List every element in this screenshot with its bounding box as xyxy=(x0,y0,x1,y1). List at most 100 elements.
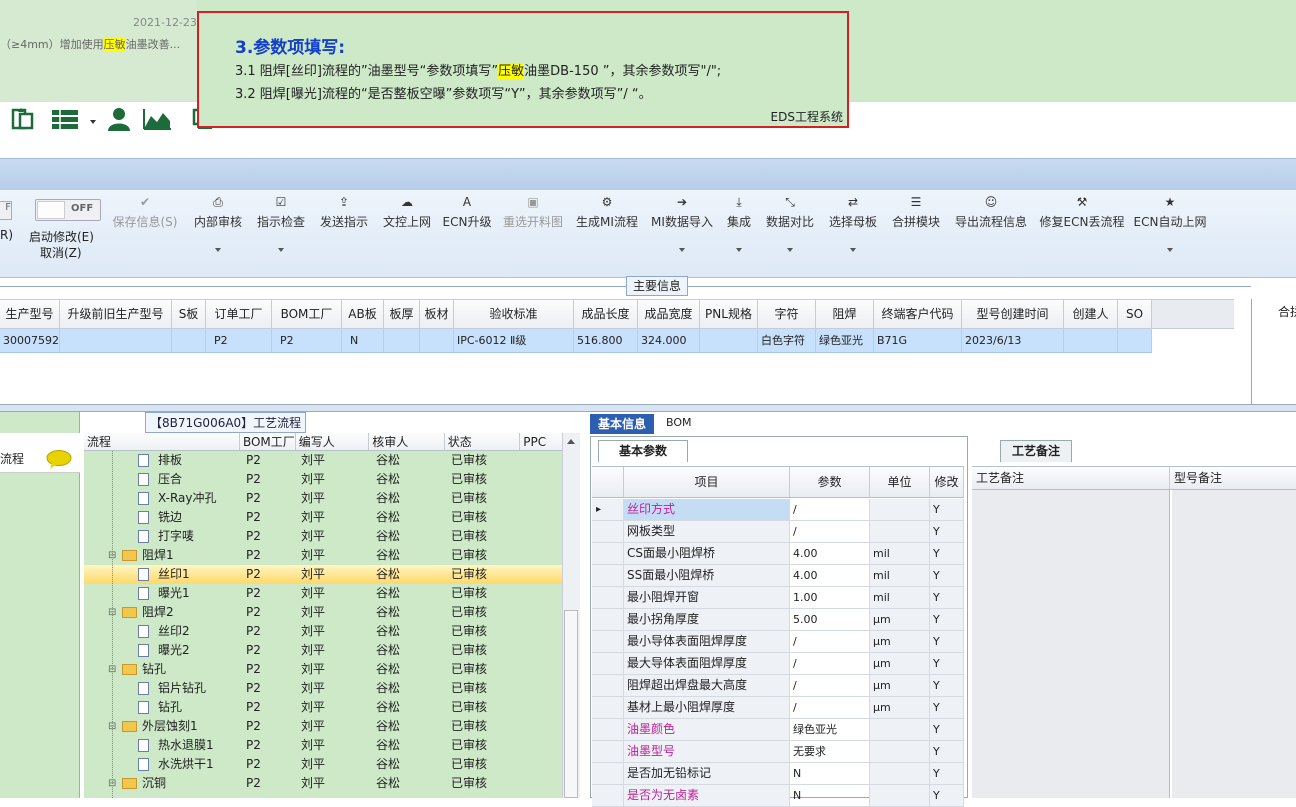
table-cell[interactable]: B71G xyxy=(874,329,962,352)
table-cell[interactable] xyxy=(172,329,206,352)
param-row[interactable]: 阻焊超出焊盘最大高度 / μm Y xyxy=(592,675,964,697)
chevron-down-icon[interactable] xyxy=(215,248,221,252)
tree-row[interactable]: 丝印2 P2 刘平 谷松 已审核 xyxy=(84,622,562,641)
column-header[interactable]: BOM工厂 xyxy=(240,433,296,450)
param-value[interactable]: / xyxy=(790,521,870,542)
table-cell[interactable] xyxy=(1064,329,1118,352)
param-value[interactable]: / xyxy=(790,675,870,696)
param-row[interactable]: 最大导体表面阻焊厚度 / μm Y xyxy=(592,653,964,675)
area-chart-icon[interactable] xyxy=(142,104,172,134)
table-cell[interactable]: 白色字符 xyxy=(758,329,816,352)
table-cell[interactable] xyxy=(700,329,758,352)
chevron-down-icon[interactable] xyxy=(679,248,685,252)
user-icon[interactable] xyxy=(104,104,134,134)
table-cell[interactable]: 516.800 xyxy=(574,329,638,352)
param-value[interactable]: / xyxy=(790,697,870,718)
param-value[interactable]: 4.00 xyxy=(790,565,870,586)
column-header[interactable]: 创建人 xyxy=(1064,300,1118,328)
param-value[interactable]: 4.00 xyxy=(790,543,870,564)
tree-row[interactable]: ⊟ 外层蚀刻1 P2 刘平 谷松 已审核 xyxy=(84,717,562,736)
tree-row[interactable]: 铣边 P2 刘平 谷松 已审核 xyxy=(84,508,562,527)
param-value[interactable]: / xyxy=(790,499,870,520)
column-header[interactable]: 终端客户代码 xyxy=(874,300,962,328)
column-header[interactable]: 字符 xyxy=(758,300,816,328)
chevron-down-icon[interactable] xyxy=(278,248,284,252)
tree-row[interactable]: 水洗烘干1 P2 刘平 谷松 已审核 xyxy=(84,755,562,774)
tree-row[interactable]: ⊟ 沉铜 P2 刘平 谷松 已审核 xyxy=(84,774,562,793)
param-value[interactable]: 绿色亚光 xyxy=(790,719,870,740)
start-edit-button[interactable]: 启动修改(E) xyxy=(29,228,94,245)
column-header[interactable]: 流程 xyxy=(84,433,240,450)
column-header[interactable]: SO xyxy=(1118,300,1152,328)
column-header[interactable]: 升级前旧生产型号 xyxy=(60,300,172,328)
chevron-down-icon[interactable] xyxy=(850,248,856,252)
tree-row[interactable]: 铝片钻孔 P2 刘平 谷松 已审核 xyxy=(84,679,562,698)
tab-bom[interactable]: BOM xyxy=(666,416,692,429)
tree-row[interactable]: 曝光2 P2 刘平 谷松 已审核 xyxy=(84,641,562,660)
param-value[interactable]: 无要求 xyxy=(790,741,870,762)
table-cell[interactable] xyxy=(420,329,454,352)
param-value[interactable]: / xyxy=(790,653,870,674)
column-header[interactable]: 修改 xyxy=(930,467,964,497)
column-header[interactable]: PNL规格 xyxy=(700,300,758,328)
table-cell[interactable]: P2 xyxy=(206,329,272,352)
column-header[interactable]: 编写人 xyxy=(296,433,370,450)
table-cell[interactable]: P2 xyxy=(272,329,342,352)
param-value[interactable]: N xyxy=(790,763,870,784)
tree-row[interactable]: ⊟ 阻焊2 P2 刘平 谷松 已审核 xyxy=(84,603,562,622)
param-row[interactable]: 油墨型号 无要求 Y xyxy=(592,741,964,763)
table-row[interactable]: 300075928 P2 P2 N IPC-6012 Ⅱ级 516.800 324.000 白… xyxy=(0,329,1152,353)
column-header[interactable]: 型号创建时间 xyxy=(962,300,1064,328)
tree-row[interactable]: 打字唛 P2 刘平 谷松 已审核 xyxy=(84,527,562,546)
table-cell[interactable]: IPC-6012 Ⅱ级 xyxy=(454,329,574,352)
tree-row[interactable]: 排板 P2 刘平 谷松 已审核 xyxy=(84,451,562,470)
param-row[interactable]: 基材上最小阻焊厚度 / μm Y xyxy=(592,697,964,719)
edit-toggle[interactable]: OFF xyxy=(35,199,101,221)
notification-item[interactable]: 2021-12-23 （≥4mm）增加使用压敏油墨改善... xyxy=(0,0,197,102)
tree-row[interactable]: 钻孔 P2 刘平 谷松 已审核 xyxy=(84,698,562,717)
ribbon-button-15[interactable]: ★ ECN自动上网 xyxy=(1125,192,1215,230)
table-cell[interactable]: 绿色亚光 xyxy=(816,329,874,352)
param-row[interactable]: ▸ 丝印方式 / Y xyxy=(592,499,964,521)
column-header[interactable]: 生产型号 xyxy=(0,300,60,328)
column-header[interactable]: BOM工厂 xyxy=(272,300,342,328)
chevron-down-icon[interactable] xyxy=(90,120,96,124)
chevron-down-icon[interactable] xyxy=(1167,248,1173,252)
splitter[interactable] xyxy=(0,404,1296,412)
param-row[interactable]: 网板类型 / Y xyxy=(592,521,964,543)
tree-row[interactable]: X-Ray冲孔 P2 刘平 谷松 已审核 xyxy=(84,489,562,508)
param-row[interactable]: 是否为无卤素 N Y xyxy=(592,785,964,807)
table-icon[interactable] xyxy=(50,104,80,134)
column-header[interactable]: 状态 xyxy=(445,433,521,450)
column-header[interactable]: 核审人 xyxy=(369,433,445,450)
model-note-field[interactable] xyxy=(1172,490,1296,798)
toggle-partial[interactable]: F xyxy=(0,201,12,220)
column-header[interactable]: 验收标准 xyxy=(454,300,574,328)
chevron-down-icon[interactable] xyxy=(736,248,742,252)
column-header[interactable]: 板厚 xyxy=(384,300,420,328)
chevron-down-icon[interactable] xyxy=(787,248,793,252)
column-header[interactable]: AB板 xyxy=(342,300,384,328)
param-row[interactable]: 最小拐角厚度 5.00 μm Y xyxy=(592,609,964,631)
cancel-button[interactable]: 取消(Z) xyxy=(40,244,82,261)
tree-row[interactable]: 压合 P2 刘平 谷松 已审核 xyxy=(84,470,562,489)
param-row[interactable]: CS面最小阻焊桥 4.00 mil Y xyxy=(592,543,964,565)
ribbon-button-13[interactable]: ☺ 导出流程信息 xyxy=(946,192,1036,230)
scroll-up-icon[interactable] xyxy=(567,439,575,444)
param-row[interactable]: 最小阻焊开窗 1.00 mil Y xyxy=(592,587,964,609)
column-header[interactable]: 板材 xyxy=(420,300,454,328)
tree-row[interactable]: ⊟ 阻焊1 P2 刘平 谷松 已审核 xyxy=(84,546,562,565)
table-cell[interactable]: 2023/6/13 xyxy=(962,329,1064,352)
table-cell[interactable] xyxy=(1118,329,1152,352)
param-row[interactable]: 最小导体表面阻焊厚度 / μm Y xyxy=(592,631,964,653)
tree-row[interactable]: 热水退膜1 P2 刘平 谷松 已审核 xyxy=(84,736,562,755)
table-cell[interactable] xyxy=(384,329,420,352)
param-value[interactable]: 1.00 xyxy=(790,587,870,608)
craft-note-field[interactable] xyxy=(972,490,1170,798)
ribbon-button-14[interactable]: ⚒ 修复ECN丢流程 xyxy=(1037,192,1127,230)
param-value[interactable]: 5.00 xyxy=(790,609,870,630)
column-header[interactable]: S板 xyxy=(172,300,206,328)
table-cell[interactable]: 300075928 xyxy=(0,329,60,352)
param-row[interactable]: 油墨颜色 绿色亚光 Y xyxy=(592,719,964,741)
column-header[interactable]: 订单工厂 xyxy=(206,300,272,328)
